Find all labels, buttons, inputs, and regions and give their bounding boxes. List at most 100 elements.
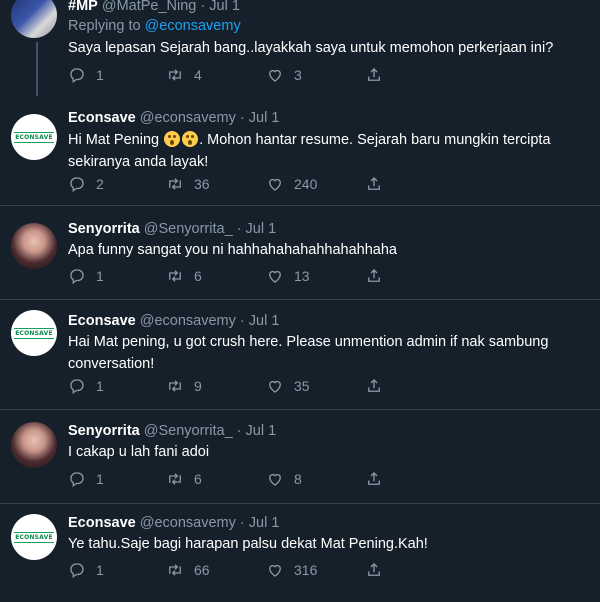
tweet-senyorrita[interactable]: Senyorrita @Senyorrita_ · Jul 1 I cakap …: [0, 410, 600, 504]
share-button[interactable]: [365, 470, 393, 488]
heart-icon: [269, 270, 281, 283]
heart-icon: [269, 473, 281, 486]
tweet-text: Apa funny sangat you ni hahhahahahahhaha…: [68, 242, 397, 258]
tweet-text: Saya lepasan Sejarah bang..layakkah saya…: [68, 40, 554, 56]
astonished-face-icon: [182, 131, 199, 147]
tweet-actions: 1 9 35: [68, 377, 388, 397]
retweet-button[interactable]: 4: [166, 66, 202, 84]
display-name[interactable]: Econsave: [68, 313, 136, 329]
user-handle[interactable]: @MatPe_Ning: [102, 0, 197, 14]
tweet-date[interactable]: Jul 1: [249, 313, 280, 329]
reply-count: 2: [96, 176, 104, 192]
retweet-count: 9: [194, 378, 202, 394]
avatar-econsave[interactable]: ECONSAVE: [11, 310, 57, 356]
like-button[interactable]: 3: [266, 66, 302, 84]
retweet-icon: [169, 380, 181, 392]
retweet-button[interactable]: 9: [166, 377, 202, 395]
thread-connector: [36, 42, 38, 96]
reply-button[interactable]: 2: [68, 175, 104, 193]
separator-dot: ·: [236, 221, 242, 237]
retweet-button[interactable]: 36: [166, 175, 210, 193]
retweet-icon: [169, 69, 181, 81]
tweet-date[interactable]: Jul 1: [249, 110, 280, 126]
display-name[interactable]: Econsave: [68, 515, 136, 531]
tweet-date[interactable]: Jul 1: [246, 221, 277, 237]
like-button[interactable]: 8: [266, 470, 302, 488]
retweet-button[interactable]: 6: [166, 267, 202, 285]
tweet-econsave[interactable]: ECONSAVE Econsave @econsavemy · Jul 1 Ha…: [0, 300, 600, 410]
tweet-header: Econsave @econsavemy · Jul 1: [68, 110, 279, 126]
reply-icon: [70, 472, 84, 488]
econsave-logo: ECONSAVE: [14, 131, 54, 143]
tweet-actions: 1 6 8: [68, 470, 388, 490]
tweet-header: Econsave @econsavemy · Jul 1: [68, 313, 279, 329]
heart-icon: [269, 564, 281, 577]
tweet-senyorrita[interactable]: Senyorrita @Senyorrita_ · Jul 1 Apa funn…: [0, 206, 600, 300]
user-handle[interactable]: @econsavemy: [140, 313, 236, 329]
tweet-text: Hai Mat pening, u got crush here. Please…: [68, 334, 549, 372]
econsave-logo: ECONSAVE: [14, 531, 54, 543]
user-handle[interactable]: @econsavemy: [140, 515, 236, 531]
retweet-count: 4: [194, 67, 202, 83]
retweet-button[interactable]: 66: [166, 561, 210, 579]
reply-button[interactable]: 1: [68, 267, 104, 285]
user-handle[interactable]: @econsavemy: [140, 110, 236, 126]
reply-button[interactable]: 1: [68, 470, 104, 488]
tweet-text: Hi Mat Pening . Mohon hantar resume. Sej…: [68, 129, 568, 173]
share-icon: [368, 68, 380, 81]
like-count: 13: [294, 268, 310, 284]
display-name[interactable]: #MP: [68, 0, 98, 14]
share-button[interactable]: [365, 66, 393, 84]
separator-dot: ·: [200, 0, 206, 14]
share-icon: [368, 472, 380, 485]
display-name[interactable]: Senyorrita: [68, 221, 140, 237]
share-button[interactable]: [365, 561, 393, 579]
retweet-button[interactable]: 6: [166, 470, 202, 488]
user-handle[interactable]: @Senyorrita_: [144, 423, 233, 439]
reply-count: 1: [96, 378, 104, 394]
tweet-date[interactable]: Jul 1: [209, 0, 240, 14]
share-icon: [368, 177, 380, 190]
separator-dot: ·: [239, 110, 245, 126]
tweet-econsave[interactable]: ECONSAVE Econsave @econsavemy · Jul 1 Hi…: [0, 96, 600, 206]
share-button[interactable]: [365, 175, 393, 193]
avatar-senyorrita[interactable]: [11, 223, 57, 269]
like-button[interactable]: 240: [266, 175, 317, 193]
tweet-date[interactable]: Jul 1: [246, 423, 277, 439]
user-handle[interactable]: @Senyorrita_: [144, 221, 233, 237]
avatar-econsave[interactable]: ECONSAVE: [11, 114, 57, 160]
retweet-icon: [169, 564, 181, 576]
reply-count: 1: [96, 562, 104, 578]
reply-icon: [70, 68, 84, 84]
separator-dot: ·: [239, 515, 245, 531]
like-button[interactable]: 13: [266, 267, 310, 285]
retweet-icon: [169, 270, 181, 282]
tweet-date[interactable]: Jul 1: [249, 515, 280, 531]
replying-mention-link[interactable]: @econsavemy: [145, 18, 241, 34]
reply-button[interactable]: 1: [68, 377, 104, 395]
like-button[interactable]: 316: [266, 561, 317, 579]
display-name[interactable]: Senyorrita: [68, 423, 140, 439]
tweet-mp[interactable]: #MP @MatPe_Ning · Jul 1 Replying to @eco…: [0, 0, 600, 96]
tweet-header: #MP @MatPe_Ning · Jul 1: [68, 0, 240, 14]
share-button[interactable]: [365, 377, 393, 395]
share-button[interactable]: [365, 267, 393, 285]
avatar-mp[interactable]: [11, 0, 57, 38]
retweet-count: 36: [194, 176, 210, 192]
tweet-actions: 1 66 316: [68, 561, 388, 581]
retweet-icon: [169, 178, 181, 190]
reply-icon: [70, 269, 84, 285]
retweet-count: 66: [194, 562, 210, 578]
tweet-header: Senyorrita @Senyorrita_ · Jul 1: [68, 423, 276, 439]
display-name[interactable]: Econsave: [68, 110, 136, 126]
avatar-econsave[interactable]: ECONSAVE: [11, 514, 57, 560]
reply-count: 1: [96, 67, 104, 83]
avatar-senyorrita[interactable]: [11, 422, 57, 468]
reply-button[interactable]: 1: [68, 561, 104, 579]
retweet-count: 6: [194, 268, 202, 284]
reply-button[interactable]: 1: [68, 66, 104, 84]
like-count: 240: [294, 176, 318, 192]
replying-to: Replying to @econsavemy: [68, 18, 241, 34]
tweet-econsave[interactable]: ECONSAVE Econsave @econsavemy · Jul 1 Ye…: [0, 504, 600, 602]
like-button[interactable]: 35: [266, 377, 310, 395]
